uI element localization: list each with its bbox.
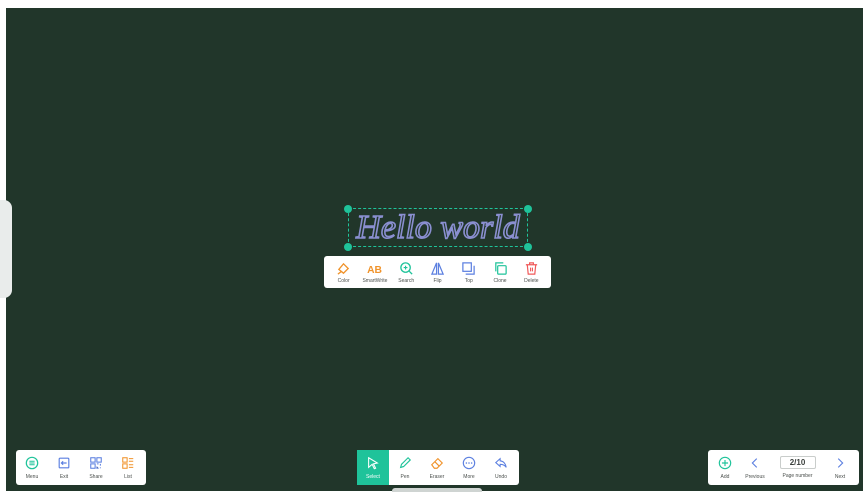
delete-button[interactable]: Delete: [516, 261, 546, 284]
share-label: Share: [89, 473, 103, 480]
undo-icon: [494, 456, 507, 468]
pen-icon: [399, 456, 412, 468]
flip-label: Flip: [433, 277, 442, 284]
exit-icon: [58, 457, 70, 468]
list-button[interactable]: List: [112, 450, 144, 485]
resize-handle-top-right[interactable]: [524, 205, 532, 213]
color-label: Color: [337, 277, 350, 284]
delete-icon: [525, 261, 537, 275]
menu-label: Menu: [25, 473, 39, 480]
exit-label: Exit: [59, 473, 69, 480]
smartwrite-button[interactable]: AB SmartWrite: [360, 261, 390, 284]
page-number-value[interactable]: 2/10: [779, 456, 816, 469]
more-icon: [462, 456, 476, 469]
menu-button[interactable]: Menu: [16, 450, 48, 485]
top-button[interactable]: Top: [454, 261, 484, 284]
next-page-button[interactable]: Next: [825, 450, 855, 485]
select-tool-button[interactable]: Select: [357, 450, 389, 485]
pen-tool-button[interactable]: Pen: [389, 450, 421, 485]
page-number-control[interactable]: 2/10 Page number: [770, 450, 825, 485]
pen-label: Pen: [400, 473, 410, 480]
eraser-icon: [430, 457, 444, 469]
right-toolbar: Add Previous 2/10 Page number Next: [708, 450, 859, 485]
add-page-button[interactable]: Add: [710, 450, 740, 485]
color-icon: [337, 262, 350, 275]
flip-button[interactable]: Flip: [422, 261, 452, 284]
list-label: List: [124, 473, 132, 480]
smartwrite-icon: AB: [367, 265, 382, 276]
search-icon: [399, 261, 413, 275]
delete-label: Delete: [524, 277, 539, 284]
share-icon: [90, 456, 102, 469]
color-button[interactable]: Color: [329, 261, 359, 284]
clone-button[interactable]: Clone: [485, 261, 515, 284]
top-label: Top: [464, 277, 473, 284]
search-label: Search: [398, 277, 415, 284]
more-label: More: [463, 473, 475, 480]
more-tool-button[interactable]: More: [453, 450, 485, 485]
add-label: Add: [720, 473, 730, 480]
previous-page-button[interactable]: Previous: [740, 450, 770, 485]
chevron-right-icon: [837, 457, 844, 468]
center-toolbar: Select Pen Eraser More Undo: [357, 450, 519, 485]
chevron-left-icon: [751, 457, 758, 468]
resize-handle-top-left[interactable]: [344, 205, 352, 213]
selection-context-toolbar: Color AB SmartWrite Search Flip Top Clon…: [324, 256, 551, 288]
eraser-tool-button[interactable]: Eraser: [421, 450, 453, 485]
exit-button[interactable]: Exit: [48, 450, 80, 485]
svg-text:AB: AB: [367, 265, 382, 276]
next-label: Next: [834, 473, 846, 480]
clone-icon: [494, 261, 507, 275]
menu-icon: [25, 456, 39, 469]
resize-handle-bottom-left[interactable]: [344, 243, 352, 251]
add-icon: [718, 456, 732, 469]
bottom-panel-handle[interactable]: [392, 488, 482, 492]
flip-icon: [430, 262, 445, 275]
eraser-label: Eraser: [429, 473, 445, 480]
previous-label: Previous: [745, 473, 765, 480]
share-button[interactable]: Share: [80, 450, 112, 485]
top-icon: [462, 261, 475, 275]
undo-button[interactable]: Undo: [485, 450, 517, 485]
page-number-label: Page number: [782, 473, 813, 479]
list-icon: [122, 456, 134, 469]
select-label: Select: [366, 473, 380, 480]
clone-label: Clone: [493, 277, 507, 284]
select-icon: [368, 456, 379, 469]
resize-handle-bottom-right[interactable]: [524, 243, 532, 251]
left-toolbar: Menu Exit Share List: [16, 450, 146, 485]
undo-label: Undo: [495, 473, 507, 480]
side-panel-handle[interactable]: [0, 200, 12, 298]
smartwrite-label: SmartWrite: [362, 277, 388, 284]
search-button[interactable]: Search: [391, 261, 421, 284]
selection-box: [348, 208, 528, 247]
